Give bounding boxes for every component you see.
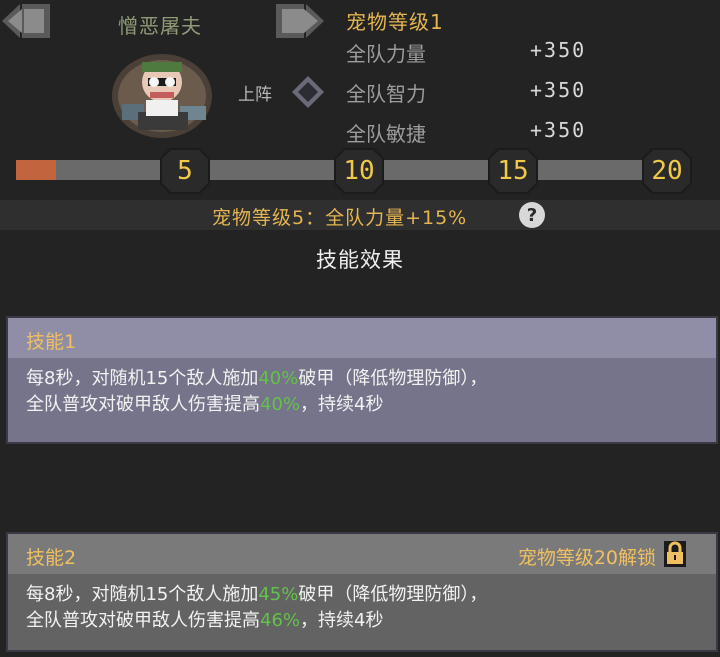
skill-description: 每8秒，对随机15个敌人施加45%破甲（降低物理防御）， 全队普攻对破甲敌人伤害… [26,584,488,631]
pet-avatar [108,48,216,140]
skill-percent: 40% [258,368,299,389]
stat-label: 全队力量 [346,42,426,66]
deploy-toggle-icon[interactable] [290,74,326,110]
level-milestone-5[interactable]: 5 [160,148,210,194]
skill-card-1: 技能1 每8秒，对随机15个敌人施加40%破甲（降低物理防御）， 全队普攻对破甲… [6,316,718,444]
stat-value: +350 [530,38,587,62]
stat-value: +350 [530,78,587,102]
level-milestone-15[interactable]: 15 [488,148,538,194]
stat-row-agility: 全队敏捷 +350 [346,118,616,147]
track-segment [538,160,642,180]
stat-row-strength: 全队力量 +350 [346,38,616,67]
deploy-label: 上阵 [238,85,272,105]
stat-label: 全队智力 [346,82,426,106]
stat-value: +350 [530,118,587,142]
pet-name: 憎恶屠夫 [118,14,202,38]
stat-label: 全队敏捷 [346,122,426,146]
skill-card-2: 技能2 宠物等级20解锁 每8秒，对随机15个敌人施加45%破甲（降低物理防御）… [6,532,718,652]
pet-level-title: 宠物等级1 [346,10,444,34]
skill-percent: 46% [260,610,301,631]
level-bonus-text: 宠物等级5：全队力量+15% [212,207,468,229]
skill-unlock-requirement: 宠物等级20解锁 [517,547,656,569]
help-icon[interactable]: ? [519,202,545,228]
skill-card-header: 技能1 [8,318,716,358]
stat-row-intelligence: 全队智力 +350 [346,78,616,107]
skill-percent: 45% [258,584,299,605]
skill-title: 技能2 [26,547,77,569]
skill-description: 每8秒，对随机15个敌人施加40%破甲（降低物理防御）， 全队普攻对破甲敌人伤害… [26,368,488,415]
skill-percent: 40% [260,394,301,415]
skill-title: 技能1 [26,331,77,353]
lock-icon [664,541,686,567]
next-pet-arrow-icon[interactable] [272,0,324,42]
skill-section-title: 技能效果 [316,248,404,272]
previous-pet-arrow-icon[interactable] [2,0,54,42]
track-segment [384,160,488,180]
level-progress-fill [16,160,56,180]
track-segment [210,160,334,180]
level-milestone-20[interactable]: 20 [642,148,692,194]
skill-card-header: 技能2 宠物等级20解锁 [8,534,716,574]
level-milestone-10[interactable]: 10 [334,148,384,194]
